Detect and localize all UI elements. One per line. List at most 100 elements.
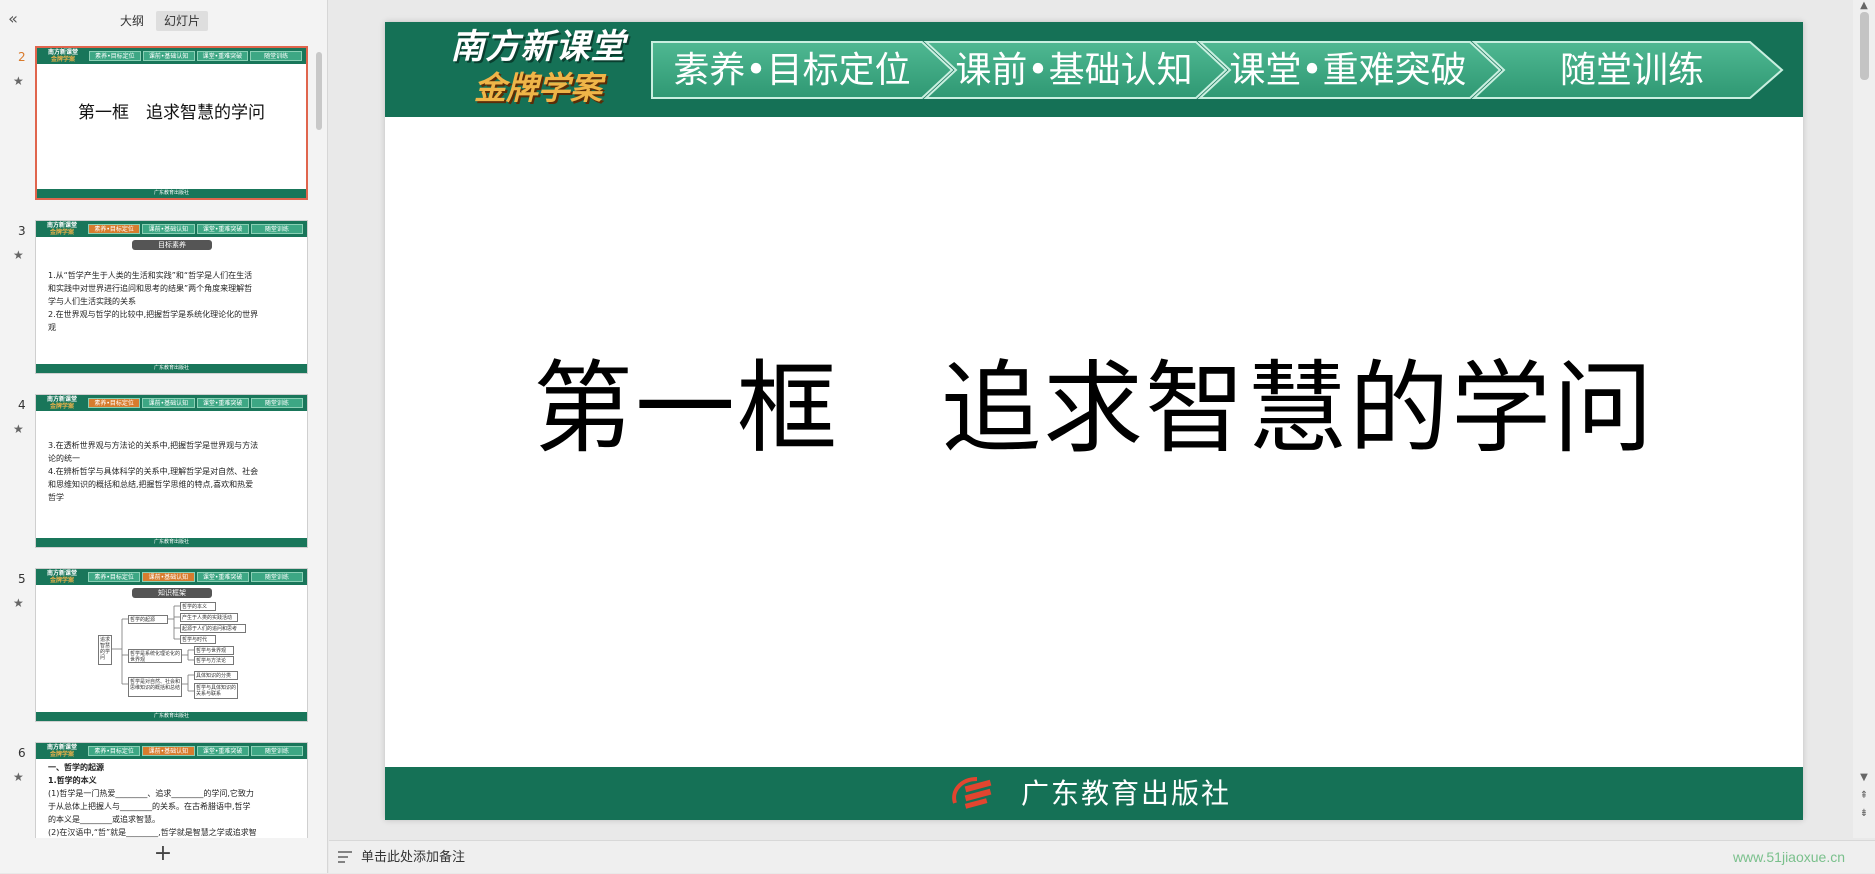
thumb-tab: 随堂训练 <box>250 746 303 756</box>
thumbnail-row[interactable]: 3 ★ 南方新课堂 金牌学案 素养•目标定位 课前•基础认知 课堂•重难突破 随堂… <box>0 216 328 376</box>
slide-thumbnail[interactable]: 南方新课堂 金牌学案 素养•目标定位 课前•基础认知 课堂•重难突破 随堂训练 目… <box>35 220 308 374</box>
section-tab-1[interactable]: 素养•目标定位 <box>651 41 954 99</box>
slide-thumbnail[interactable]: 南方新课堂 金牌学案 素养•目标定位 课前•基础认知 课堂•重难突破 随堂训练 第… <box>35 46 308 200</box>
slide-number: 4 <box>18 398 26 412</box>
thumb-diagram-leaf: 哲学的本义 <box>180 602 216 611</box>
thumb-diagram-leaf: 哲学与世界观 <box>194 646 234 655</box>
slide-thumbnail[interactable]: 南方新课堂 金牌学案 素养•目标定位 课前•基础认知 课堂•重难突破 随堂训练 知… <box>35 568 308 722</box>
slide-number: 6 <box>18 746 26 760</box>
thumb-footer: 广东教育出版社 <box>36 712 307 721</box>
thumb-logo: 南方新课堂 金牌学案 <box>46 744 77 758</box>
thumb-logo: 南方新课堂 金牌学案 <box>47 49 78 63</box>
star-icon[interactable]: ★ <box>13 248 24 262</box>
slide-number: 3 <box>18 224 26 238</box>
star-icon[interactable]: ★ <box>13 74 24 88</box>
notes-icon <box>338 851 352 863</box>
section-tab-4[interactable]: 随堂训练 <box>1471 41 1784 99</box>
scroll-down-icon[interactable]: ▼ <box>1858 772 1870 784</box>
next-slide-icon[interactable]: ⇟ <box>1858 808 1870 820</box>
thumb-tab: 课前•基础认知 <box>142 224 195 234</box>
thumb-tab: 课前•基础认知 <box>142 746 195 756</box>
thumb-diagram-leaf: 产生于人类的实践活动 <box>180 613 238 622</box>
thumb-tab: 随堂训练 <box>250 51 302 61</box>
thumb-diagram-node: 哲学的起源 <box>128 615 168 624</box>
thumb-text: 一、哲学的起源 1.哲学的本义 (1)哲学是一门热爱________、追求___… <box>48 763 257 837</box>
thumb-tab: 随堂训练 <box>250 224 303 234</box>
thumb-tab: 素养•目标定位 <box>88 398 141 408</box>
thumb-diagram-lines <box>112 605 194 692</box>
thumbnail-row[interactable]: 4 ★ 南方新课堂 金牌学案 素养•目标定位 课前•基础认知 课堂•重难突破 随堂… <box>0 390 328 550</box>
thumb-title: 第一框 追求智慧的学问 <box>78 103 265 123</box>
thumb-logo: 南方新课堂 金牌学案 <box>46 396 77 410</box>
scrollbar-thumb[interactable] <box>1860 12 1869 80</box>
thumb-diagram-leaf: 起源于人们的追问和思考 <box>180 624 246 633</box>
star-icon[interactable]: ★ <box>13 422 24 436</box>
slide-thumbnail[interactable]: 南方新课堂 金牌学案 素养•目标定位 课前•基础认知 课堂•重难突破 随堂训练 3… <box>35 394 308 548</box>
thumb-header: 南方新课堂 金牌学案 素养•目标定位 课前•基础认知 课堂•重难突破 随堂训练 <box>37 48 306 64</box>
thumb-tab: 素养•目标定位 <box>88 746 141 756</box>
thumb-diagram-leaf: 具体知识的分类 <box>194 671 238 680</box>
thumb-diagram-node: 哲学是系统化理论化的世界观 <box>128 649 182 663</box>
thumb-tab: 随堂训练 <box>250 398 303 408</box>
thumbnail-row[interactable]: 5 ★ 南方新课堂 金牌学案 素养•目标定位 课前•基础认知 课堂•重难突破 随堂… <box>0 564 328 724</box>
brand-logo-bottom: 金牌学案 <box>473 69 602 107</box>
slide-thumbnail[interactable]: 南方新课堂 金牌学案 素养•目标定位 课前•基础认知 课堂•重难突破 随堂训练 一… <box>35 742 308 838</box>
publisher-logo-icon <box>952 777 992 809</box>
section-tab-2[interactable]: 课前•基础认知 <box>923 41 1228 99</box>
thumb-tab: 课堂•重难突破 <box>196 224 249 234</box>
thumb-diagram-node: 哲学是对自然、社会和思维知识的概括和总结 <box>128 677 182 697</box>
section-tab-3[interactable]: 课堂•重难突破 <box>1197 41 1502 99</box>
section-tabs: 素养•目标定位 课前•基础认知 课堂•重难突破 随堂训练 <box>651 41 1784 99</box>
slide-header: 南方新课堂 金牌学案 素养•目标定位 课前•基础认知 课堂•重难突破 随堂训练 <box>385 22 1803 117</box>
watermark: www.51jiaoxue.cn <box>1732 849 1845 865</box>
svg-text:随堂训练: 随堂训练 <box>1560 50 1704 91</box>
thumb-footer: 广东教育出版社 <box>37 189 306 198</box>
star-icon[interactable]: ★ <box>13 770 24 784</box>
previous-slide-icon[interactable]: ⇞ <box>1858 790 1870 802</box>
slide-title[interactable]: 第一框 追求智慧的学问 <box>385 327 1803 472</box>
thumbnail-row[interactable]: 6 ★ 南方新课堂 金牌学案 素养•目标定位 课前•基础认知 课堂•重难突破 随堂… <box>0 738 328 838</box>
thumb-diagram-leaf: 哲学与方法论 <box>194 656 234 665</box>
thumbnail-row[interactable]: 2 ★ 南方新课堂 金牌学案 素养•目标定位 课前•基础认知 课堂•重难突破 随堂… <box>0 42 328 202</box>
thumb-tab: 课前•基础认知 <box>142 51 195 61</box>
thumb-tab: 课堂•重难突破 <box>196 746 249 756</box>
notes-placeholder[interactable]: 单击此处添加备注 <box>361 841 465 874</box>
svg-text:课堂•重难突破: 课堂•重难突破 <box>1229 50 1466 91</box>
notes-bar[interactable]: 单击此处添加备注 www.51jiaoxue.cn <box>329 840 1875 873</box>
thumb-header: 南方新课堂 金牌学案 素养•目标定位 课前•基础认知 课堂•重难突破 随堂训练 <box>36 221 307 237</box>
thumb-tab: 课堂•重难突破 <box>196 398 249 408</box>
brand-logo-top: 南方新课堂 <box>450 27 626 67</box>
thumb-tab: 素养•目标定位 <box>88 224 141 234</box>
brand-logo: 南方新课堂 金牌学案 <box>443 26 633 112</box>
thumb-banner: 目标素养 <box>132 240 212 250</box>
thumb-footer: 广东教育出版社 <box>36 364 307 373</box>
thumb-header: 南方新课堂 金牌学案 素养•目标定位 课前•基础认知 课堂•重难突破 随堂训练 <box>36 395 307 411</box>
thumb-tab: 课前•基础认知 <box>142 398 195 408</box>
thumb-tab: 课堂•重难突破 <box>196 51 249 61</box>
thumb-header: 南方新课堂 金牌学案 素养•目标定位 课前•基础认知 课堂•重难突破 随堂训练 <box>36 743 307 759</box>
thumb-footer: 广东教育出版社 <box>36 538 307 547</box>
thumb-diagram-leaf: 哲学与时代 <box>180 635 216 644</box>
thumb-diagram-leaf: 哲学与具体知识的关系与联系 <box>194 683 238 699</box>
publisher-name: 广东教育出版社 <box>1021 777 1232 810</box>
thumb-diagram-root: 追求智慧的学问 <box>98 635 112 665</box>
thumb-text: 1.从“哲学产生于人类的生活和实践”和“哲学是人们在生活 和实践中对世界进行追问… <box>48 271 259 332</box>
thumb-tab: 素养•目标定位 <box>89 51 141 61</box>
thumbnail-scrollbar[interactable] <box>316 52 322 130</box>
view-tabs: 大纲 幻灯片 <box>112 11 209 31</box>
scroll-up-icon[interactable]: ▲ <box>1858 0 1870 12</box>
thumbnail-list[interactable]: 2 ★ 南方新课堂 金牌学案 素养•目标定位 课前•基础认知 课堂•重难突破 随堂… <box>0 42 328 838</box>
star-icon[interactable]: ★ <box>13 596 24 610</box>
tab-slides[interactable]: 幻灯片 <box>156 11 209 31</box>
vertical-scrollbar[interactable]: ▲ ▼ ⇞ ⇟ <box>1853 0 1875 838</box>
slide-canvas[interactable]: 南方新课堂 金牌学案 素养•目标定位 课前•基础认知 课堂•重难突破 随堂训练 … <box>385 22 1803 820</box>
add-slide-icon[interactable]: + <box>152 843 174 865</box>
thumb-logo: 南方新课堂 金牌学案 <box>46 222 77 236</box>
slide-number: 2 <box>18 50 26 64</box>
svg-text:课前•基础认知: 课前•基础认知 <box>955 50 1192 91</box>
slide-panel: « 大纲 幻灯片 2 ★ 南方新课堂 金牌学案 素养•目标定位 课前•基础认知 课… <box>0 0 328 873</box>
collapse-panel-icon[interactable]: « <box>4 10 22 28</box>
thumb-text: 3.在透析世界观与方法论的关系中,把握哲学是世界观与方法 论的统一 4.在辨析哲… <box>48 441 259 502</box>
svg-text:素养•目标定位: 素养•目标定位 <box>673 50 910 91</box>
tab-outline[interactable]: 大纲 <box>112 11 152 31</box>
